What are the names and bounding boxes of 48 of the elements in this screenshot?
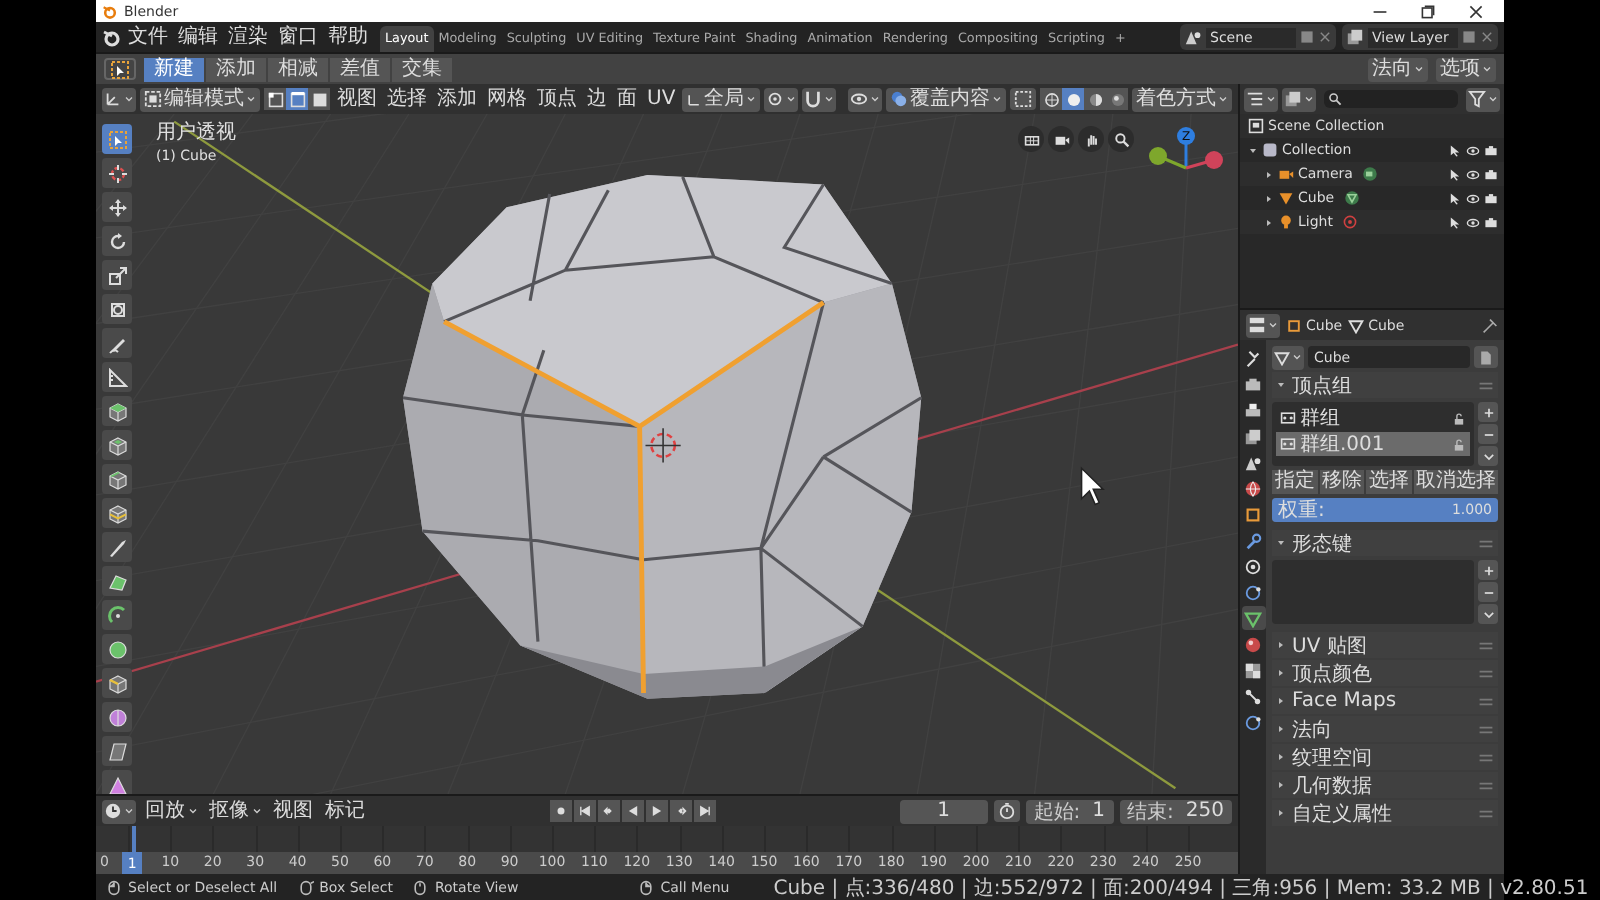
mode-button[interactable]: 添加 xyxy=(206,57,266,81)
menu-item[interactable]: 边 xyxy=(584,87,610,111)
mode-button[interactable]: 新建 xyxy=(144,57,204,81)
shading-dropdown[interactable]: 着色方式 xyxy=(1132,87,1233,111)
menu-item[interactable]: 顶点 xyxy=(534,87,580,111)
menu-item[interactable]: 面 xyxy=(614,87,640,111)
menu-item[interactable]: 视图 xyxy=(270,799,316,823)
view-name: 用户透视 xyxy=(156,119,236,146)
menu-item[interactable]: 网格 xyxy=(484,87,530,111)
menu-item[interactable]: UV xyxy=(644,87,679,111)
current-frame-field[interactable]: 1 xyxy=(899,799,988,823)
panel-header[interactable]: 顶点组 xyxy=(1272,372,1498,398)
panel-header[interactable]: Face Maps xyxy=(1272,688,1498,714)
menu-item[interactable]: 编辑 xyxy=(174,27,222,47)
action-button[interactable]: 移除 xyxy=(1319,470,1364,494)
start-frame-field[interactable]: 起始: 1 xyxy=(1025,799,1114,823)
mode-dropdown[interactable]: 编辑模式 xyxy=(140,87,260,111)
mode-button[interactable]: 相减 xyxy=(268,57,328,81)
dropdown[interactable]: 回放 xyxy=(142,799,200,823)
menu-item[interactable]: 渲染 xyxy=(224,27,272,47)
action-button[interactable]: 指定 xyxy=(1272,470,1317,494)
action-button[interactable]: 取消选择 xyxy=(1413,470,1498,494)
dropdown[interactable]: 法向 xyxy=(1368,57,1428,81)
mode-button[interactable]: 交集 xyxy=(392,57,452,81)
menu-item[interactable]: 标记 xyxy=(322,799,368,823)
dropdown[interactable]: 选项 xyxy=(1436,57,1496,81)
menu-item[interactable]: 添加 xyxy=(434,87,480,111)
overlays-dropdown[interactable]: 覆盖内容 xyxy=(886,87,1007,111)
dropdown[interactable]: 抠像 xyxy=(206,799,264,823)
panel-header[interactable]: UV 贴图 xyxy=(1272,632,1498,658)
menu-item[interactable]: 窗口 xyxy=(274,27,322,47)
end-frame-field[interactable]: 结束: 250 xyxy=(1119,799,1232,823)
panel-header[interactable]: 顶点颜色 xyxy=(1272,660,1498,686)
list-item[interactable]: 群组 xyxy=(1276,406,1470,430)
menu-item[interactable]: 选择 xyxy=(384,87,430,111)
list-item[interactable]: 群组.001 xyxy=(1276,432,1470,456)
menu-item[interactable]: 文件 xyxy=(124,27,172,47)
scene-statistics: Cube | 点:336/480 | 边:552/972 | 面:200/494 | 三角:956 | Mem: 33.2 MB | v2.80.51 xyxy=(773,875,1589,900)
action-button[interactable]: 选择 xyxy=(1366,470,1411,494)
menu-item[interactable]: 帮助 xyxy=(324,27,372,47)
panel-header[interactable]: 纹理空间 xyxy=(1272,744,1498,770)
panel-header[interactable]: 自定义属性 xyxy=(1272,800,1498,826)
panel-header[interactable]: 法向 xyxy=(1272,716,1498,742)
orientation-dropdown[interactable]: 全局 xyxy=(682,87,761,111)
panel-header[interactable]: 几何数据 xyxy=(1272,772,1498,798)
mode-button[interactable]: 差值 xyxy=(330,57,390,81)
menu-item[interactable]: 视图 xyxy=(334,87,380,111)
panel-header[interactable]: 形态键 xyxy=(1272,530,1498,556)
